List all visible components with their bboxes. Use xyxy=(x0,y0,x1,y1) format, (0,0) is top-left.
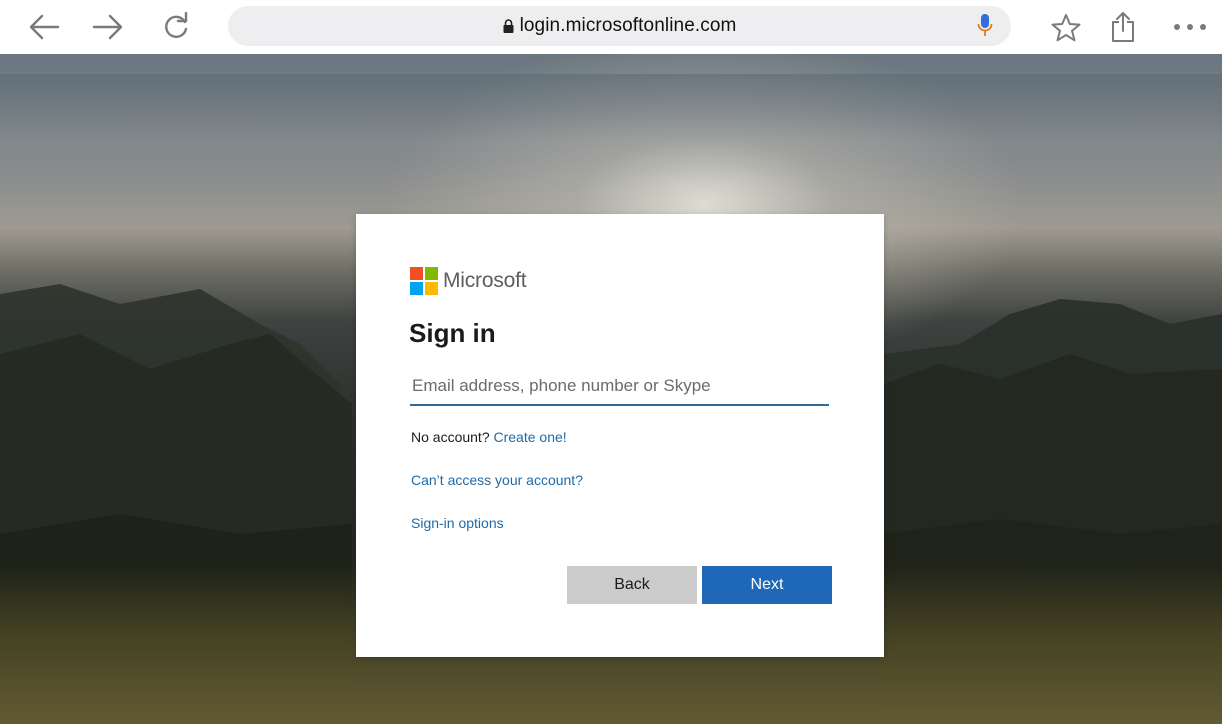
back-arrow-icon[interactable] xyxy=(26,12,62,42)
microsoft-logo-icon xyxy=(410,267,438,295)
forward-arrow-icon[interactable] xyxy=(90,12,126,42)
no-account-row: No account? Create one! xyxy=(411,429,567,445)
browser-toolbar: login.microsoftonline.com xyxy=(0,0,1222,54)
no-account-text: No account? xyxy=(411,429,490,445)
star-icon[interactable] xyxy=(1050,12,1082,44)
cant-access-link[interactable]: Can’t access your account? xyxy=(411,472,583,488)
logo-square-yellow xyxy=(425,282,438,295)
brand-name: Microsoft xyxy=(443,269,527,292)
logo-square-red xyxy=(410,267,423,280)
microphone-icon[interactable] xyxy=(973,12,997,40)
page-title: Sign in xyxy=(409,318,496,348)
reload-icon[interactable] xyxy=(158,12,194,42)
logo-square-blue xyxy=(410,282,423,295)
email-field[interactable] xyxy=(410,368,829,406)
cloud-band xyxy=(0,74,1222,184)
address-bar[interactable]: login.microsoftonline.com xyxy=(228,6,1011,46)
microsoft-brand: Microsoft xyxy=(410,266,527,296)
more-dots-icon[interactable] xyxy=(1170,14,1210,40)
logo-square-green xyxy=(425,267,438,280)
url-text: login.microsoftonline.com xyxy=(519,15,737,36)
signin-options-link[interactable]: Sign-in options xyxy=(411,515,504,531)
share-icon[interactable] xyxy=(1108,10,1138,44)
signin-card: Microsoft Sign in No account? Create one… xyxy=(356,214,884,657)
url-display[interactable]: login.microsoftonline.com xyxy=(228,6,1011,46)
back-button[interactable]: Back xyxy=(567,566,697,604)
next-button[interactable]: Next xyxy=(702,566,832,604)
lock-icon xyxy=(503,19,514,33)
create-account-link[interactable]: Create one! xyxy=(494,429,567,445)
